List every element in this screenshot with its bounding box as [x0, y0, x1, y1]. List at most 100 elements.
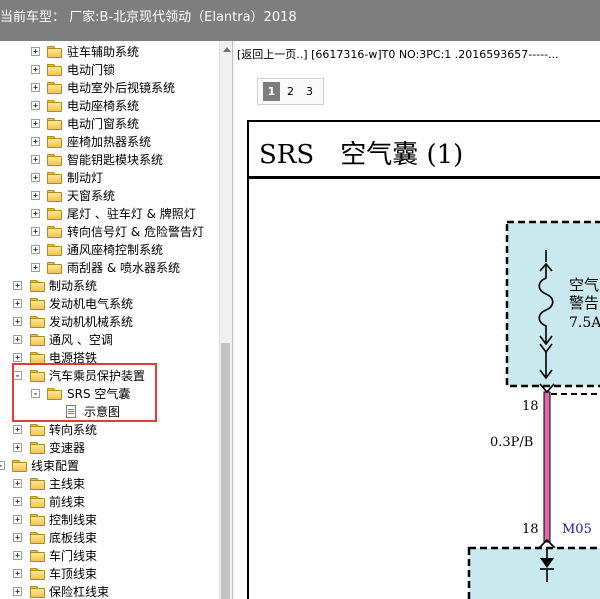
- expand-icon[interactable]: +: [13, 425, 22, 434]
- expand-icon[interactable]: +: [13, 281, 22, 290]
- expand-icon[interactable]: +: [13, 299, 22, 308]
- folder-icon: [30, 586, 45, 598]
- pin-number-bottom: 18: [522, 522, 539, 537]
- page-2-button[interactable]: 2: [282, 82, 299, 101]
- tree-item-label: 电动座椅系统: [67, 99, 140, 113]
- open-folder-icon: [12, 460, 27, 472]
- folder-icon: [30, 280, 45, 292]
- tree-item-label: 驻车辅助系统: [67, 45, 140, 59]
- expand-icon[interactable]: +: [13, 335, 22, 344]
- expand-icon[interactable]: +: [13, 551, 22, 560]
- expand-icon[interactable]: +: [31, 209, 40, 218]
- tree-item-label: 车门线束: [49, 549, 98, 563]
- expand-icon[interactable]: +: [13, 569, 22, 578]
- wiring-diagram: 空气 警告 7.5A 18 0.3P/B 18 M05: [467, 220, 600, 599]
- breadcrumb[interactable]: [返回上一页..] [6617316-w]T0 NO:3PC:1 .201659…: [237, 46, 559, 62]
- expand-icon[interactable]: +: [31, 227, 40, 236]
- folder-icon: [47, 82, 62, 94]
- navigation-tree[interactable]: + 驻车辅助系统 + 电动门锁 + 电动室外后视镜系统 + 电动座椅系统 + 电…: [0, 41, 219, 599]
- expand-icon[interactable]: +: [31, 83, 40, 92]
- tree-item-label: 发动机机械系统: [49, 315, 134, 329]
- folder-icon: [47, 172, 62, 184]
- collapse-icon[interactable]: -: [0, 461, 5, 470]
- expand-icon[interactable]: +: [13, 317, 22, 326]
- folder-icon: [30, 334, 45, 346]
- tree-item-label: 保险杠线束: [49, 585, 110, 599]
- tree-item-label: 线束配置: [31, 459, 80, 473]
- folder-icon: [47, 154, 62, 166]
- expand-icon[interactable]: +: [13, 479, 22, 488]
- expand-icon[interactable]: +: [31, 155, 40, 164]
- tree-item-label: 智能钥匙模块系统: [67, 153, 164, 167]
- tree-item-label: 底板线束: [49, 531, 98, 545]
- folder-icon: [30, 442, 45, 454]
- expand-icon[interactable]: +: [31, 65, 40, 74]
- tree-item-label: 天窗系统: [67, 189, 116, 203]
- expand-icon[interactable]: +: [31, 101, 40, 110]
- expand-icon[interactable]: +: [13, 443, 22, 452]
- tree-item-label: 前线束: [49, 495, 86, 509]
- expand-icon[interactable]: +: [31, 137, 40, 146]
- expand-icon[interactable]: +: [31, 47, 40, 56]
- tree-item-label: 发动机电气系统: [49, 297, 134, 311]
- expand-icon[interactable]: +: [31, 173, 40, 182]
- folder-icon: [47, 100, 62, 112]
- folder-icon: [30, 532, 45, 544]
- tree-item-label: 尾灯 、驻车灯 & 牌照灯: [67, 207, 196, 221]
- folder-icon: [30, 424, 45, 436]
- expand-icon[interactable]: +: [31, 263, 40, 272]
- tree-item-label: 车顶线束: [49, 567, 98, 581]
- folder-icon: [30, 568, 45, 580]
- scrollbar-thumb[interactable]: [221, 343, 230, 599]
- folder-icon: [30, 352, 45, 364]
- expand-icon[interactable]: +: [13, 497, 22, 506]
- expand-icon[interactable]: +: [13, 533, 22, 542]
- folder-icon: [30, 298, 45, 310]
- airbag-module-box: [467, 546, 600, 599]
- scroll-up-arrow-icon[interactable]: [223, 47, 231, 52]
- folder-icon: [47, 262, 62, 274]
- tree-item-label: 电动门锁: [67, 63, 116, 77]
- expand-icon[interactable]: +: [13, 515, 22, 524]
- folder-icon: [47, 208, 62, 220]
- expand-icon[interactable]: +: [31, 119, 40, 128]
- folder-icon: [47, 64, 62, 76]
- tree-item-label: 控制线束: [49, 513, 98, 527]
- folder-icon: [47, 244, 62, 256]
- folder-icon: [30, 514, 45, 526]
- expand-icon[interactable]: +: [31, 245, 40, 254]
- folder-icon: [47, 118, 62, 130]
- tree-item-label: 通风座椅控制系统: [67, 243, 164, 257]
- page-1-button[interactable]: 1: [263, 82, 280, 101]
- tree-scrollbar[interactable]: [219, 41, 232, 599]
- wiring-diagram-page: SRS 空气囊 (1) 空气 警告 7.5A 18 0.3P/B 18 M05: [247, 120, 600, 599]
- folder-icon: [47, 46, 62, 58]
- tree-item-label: 主线束: [49, 477, 86, 491]
- expand-icon[interactable]: +: [31, 191, 40, 200]
- page-selector: 1 2 3: [257, 78, 324, 105]
- tree-item-label: 电动室外后视镜系统: [67, 81, 176, 95]
- tree-item-label: 制动灯: [67, 171, 104, 185]
- expand-icon[interactable]: +: [13, 353, 22, 362]
- fuse-rating: 7.5A: [569, 315, 600, 331]
- fuse-label-line1: 空气: [569, 276, 599, 294]
- expand-icon[interactable]: +: [13, 587, 22, 596]
- tree-item-label: 电动门窗系统: [67, 117, 140, 131]
- content-pane: [返回上一页..] [6617316-w]T0 NO:3PC:1 .201659…: [235, 41, 600, 599]
- folder-icon: [47, 136, 62, 148]
- wire: [543, 391, 551, 543]
- tree-item-label: 转向信号灯 & 危险警告灯: [67, 225, 204, 239]
- folder-icon: [47, 190, 62, 202]
- highlight-box: [12, 363, 157, 422]
- folder-icon: [30, 496, 45, 508]
- page-3-button[interactable]: 3: [301, 82, 318, 101]
- wire-spec: 0.3P/B: [490, 435, 533, 450]
- tree-item-label: 雨刮器 & 喷水器系统: [67, 261, 180, 275]
- connector-id: M05: [562, 522, 592, 537]
- tree-item-label: 转向系统: [49, 423, 98, 437]
- folder-icon: [47, 226, 62, 238]
- folder-icon: [30, 316, 45, 328]
- vehicle-title: 当前车型： 厂家:B-北京现代领动（Elantra）2018: [0, 10, 297, 25]
- folder-icon: [30, 478, 45, 490]
- folder-icon: [30, 550, 45, 562]
